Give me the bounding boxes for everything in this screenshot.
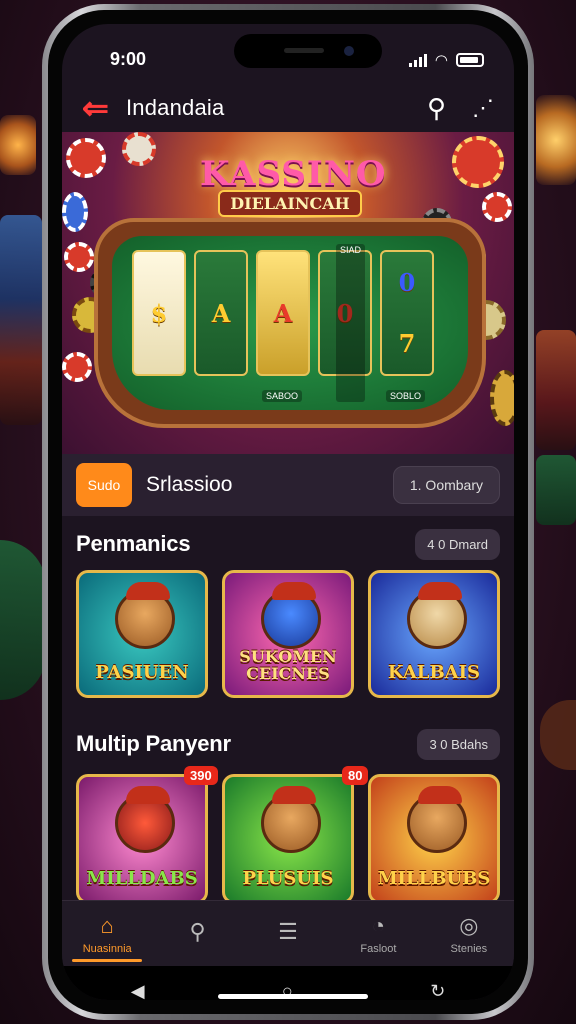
game-card[interactable]: PLUSUIS <box>222 774 354 904</box>
game-card-title: PASIUEN <box>95 662 189 684</box>
back-arrow-icon[interactable]: ⇐ <box>82 92 126 124</box>
background-slot-machine-right <box>536 330 576 450</box>
felt-label: SOBLO <box>386 390 426 402</box>
background-table-right <box>536 455 576 525</box>
background-table-left <box>0 540 46 700</box>
dog-mascot-icon <box>115 582 175 649</box>
dog-mascot-icon <box>261 786 321 853</box>
game-card-title: MILLBUBS <box>377 868 491 890</box>
app-header: ⇐ Indandaia ⚲ ⋰ <box>62 80 514 136</box>
nav-item-search[interactable]: ⚲ <box>152 901 242 966</box>
reel-symbol: A <box>211 298 231 328</box>
phone-bezel: 9:00 ◠ ⇐ Indandaia ⚲ ⋰ $ A A 0 0 7 SIAD … <box>48 10 528 1014</box>
game-card-row: MILLDABS PLUSUIS MILLBUBS <box>76 774 500 904</box>
background-lamp-left <box>0 115 36 175</box>
emblem-icon <box>115 786 175 853</box>
nav-item-chat[interactable]: ◎ Stenies <box>424 901 514 966</box>
list-icon: ☰ <box>278 918 298 944</box>
dog-mascot-icon <box>407 786 467 853</box>
section-header-premium: Penmanics 4 0 Dmard <box>62 524 514 564</box>
app-screen: 9:00 ◠ ⇐ Indandaia ⚲ ⋰ $ A A 0 0 7 SIAD … <box>62 24 514 1000</box>
chip-icon <box>490 370 514 426</box>
system-back-icon[interactable]: ◀ <box>131 981 145 1001</box>
chip-icon <box>66 138 106 178</box>
game-card[interactable]: PASIUEN <box>76 570 208 698</box>
section-title: Multip Panyenr <box>76 731 231 756</box>
background-lamp-right <box>536 95 576 185</box>
system-icons: ◠ <box>408 51 484 69</box>
speaker-grille <box>284 48 324 53</box>
section-pill[interactable]: 3 0 Bdahs <box>417 728 500 760</box>
game-card-row: PASIUEN SUKOMEN CEICNES KALBAIS <box>76 570 500 698</box>
game-card[interactable]: MILLDABS <box>76 774 208 904</box>
table-felt: $ A A 0 07 SIAD SABOO SOBLO <box>112 236 468 410</box>
reel-symbol: 7 <box>398 329 416 358</box>
slot-reel: $ <box>132 250 186 376</box>
reel-symbol: 0 <box>398 268 416 297</box>
nav-label: Nuasinnia <box>82 942 132 955</box>
nav-label: Stenies <box>450 942 488 955</box>
slot-table: $ A A 0 07 SIAD SABOO SOBLO <box>94 218 486 428</box>
featured-title: Srlassioo <box>146 473 233 496</box>
game-card[interactable]: MILLBUBS <box>368 774 500 904</box>
slot-reel: A <box>256 250 310 376</box>
profile-icon: ◔ <box>371 912 386 938</box>
featured-info-row[interactable]: Sudo Srlassioo 1. Oombary <box>62 454 514 516</box>
signal-icon <box>408 53 427 67</box>
dynamic-island <box>234 34 382 68</box>
section-header-multiplayer: Multip Panyenr 3 0 Bdahs <box>62 724 514 764</box>
game-card-title: SUKOMEN CEICNES <box>239 647 337 684</box>
section-pill[interactable]: 4 0 Dmard <box>415 528 500 560</box>
slot-reel: A <box>194 250 248 376</box>
status-time: 9:00 <box>110 49 147 69</box>
chip-icon <box>482 192 512 222</box>
nav-label: Fasloot <box>360 942 397 955</box>
chip-icon <box>64 242 94 272</box>
system-recents-icon[interactable]: ↻ <box>430 981 445 1001</box>
wifi-icon: ◠ <box>434 52 448 69</box>
pig-mascot-icon <box>261 582 321 649</box>
hero-banner[interactable]: $ A A 0 07 SIAD SABOO SOBLO KASSINO DIEL… <box>62 132 514 462</box>
chat-icon: ◎ <box>459 912 479 938</box>
game-card-title: PLUSUIS <box>242 868 334 890</box>
chip-icon <box>122 132 156 166</box>
slot-reel: 07 <box>380 250 434 376</box>
chip-icon <box>62 192 88 232</box>
status-bar: 9:00 ◠ <box>62 24 514 80</box>
share-icon[interactable]: ⋰ <box>472 95 494 121</box>
game-card[interactable]: SUKOMEN CEICNES <box>222 570 354 698</box>
chip-icon <box>62 352 92 382</box>
home-indicator[interactable] <box>218 994 368 999</box>
phone-frame: 9:00 ◠ ⇐ Indandaia ⚲ ⋰ $ A A 0 0 7 SIAD … <box>42 4 534 1020</box>
chip-icon <box>452 136 504 188</box>
featured-badge[interactable]: Sudo <box>76 463 132 507</box>
nav-item-profile[interactable]: ◔ Fasloot <box>333 901 423 966</box>
background-stool-right <box>540 700 576 770</box>
section-title: Penmanics <box>76 531 191 556</box>
bottom-navigation: ⌂ Nuasinnia ⚲ ☰ ◔ Fasloot ◎ Stenies <box>62 900 514 966</box>
game-card-title: MILLDABS <box>86 868 198 890</box>
nav-item-home[interactable]: ⌂ Nuasinnia <box>62 901 152 966</box>
count-badge: 80 <box>342 766 369 785</box>
hero-logo: KASSINO DIELAINCAH <box>200 154 387 224</box>
home-icon: ⌂ <box>100 912 114 938</box>
featured-pill[interactable]: 1. Oombary <box>392 466 500 504</box>
game-card[interactable]: KALBAIS <box>368 570 500 698</box>
battery-icon <box>456 53 484 67</box>
front-camera <box>344 46 354 56</box>
felt-label: SABOO <box>262 390 303 402</box>
page-title: Indandaia <box>126 95 225 120</box>
logo-sub-text: DIELAINCAH <box>218 190 362 217</box>
count-badge: 390 <box>184 766 218 785</box>
game-card-title: KALBAIS <box>387 662 481 684</box>
dog-mascot-icon <box>407 582 467 649</box>
background-slot-machine-left <box>0 215 42 425</box>
logo-main-text: KASSINO <box>200 154 387 194</box>
nav-item-list[interactable]: ☰ <box>243 901 333 966</box>
reel-symbol: $ <box>150 298 168 328</box>
reel-symbol: A <box>273 298 293 328</box>
search-icon: ⚲ <box>189 918 206 944</box>
felt-label: SIAD <box>336 244 366 402</box>
search-icon[interactable]: ⚲ <box>427 93 446 124</box>
